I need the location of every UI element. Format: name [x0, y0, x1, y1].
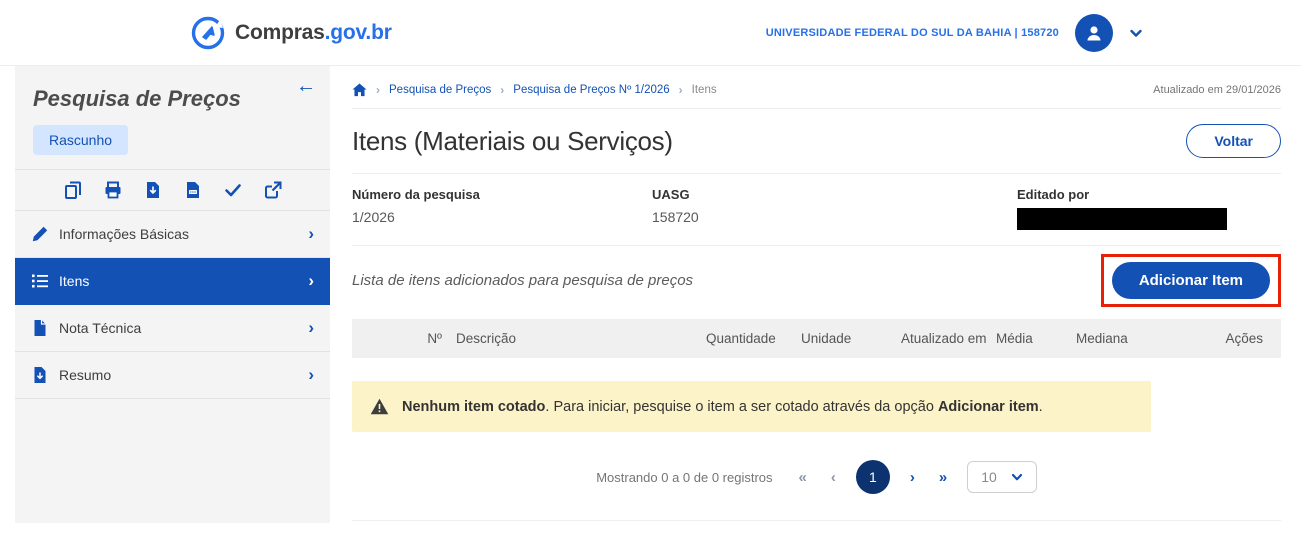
- pagination-summary: Mostrando 0 a 0 de 0 registros: [596, 470, 772, 485]
- pagination-prev-button[interactable]: ‹: [827, 467, 840, 488]
- research-meta: Número da pesquisa 1/2026 UASG 158720 Ed…: [352, 174, 1281, 245]
- warning-bold-2: Adicionar item: [938, 399, 1039, 415]
- column-acoes: Ações: [1197, 331, 1281, 346]
- compras-gov-logo[interactable]: Compras.gov.br: [190, 15, 392, 51]
- brand-dark: Compras: [235, 21, 325, 44]
- sidebar-item-label: Resumo: [59, 367, 111, 383]
- editado-label: Editado por: [1017, 187, 1281, 202]
- sidebar-item-itens[interactable]: Itens ›: [15, 258, 330, 305]
- meta-uasg: UASG 158720: [652, 187, 1017, 230]
- file-icon: [31, 319, 49, 337]
- copy-icon[interactable]: [64, 181, 82, 199]
- user-menu-chevron[interactable]: [1129, 26, 1143, 40]
- warning-text-2: .: [1039, 399, 1043, 415]
- pagination-page-1-button[interactable]: 1: [856, 460, 890, 494]
- numero-value: 1/2026: [352, 209, 652, 225]
- column-unidade: Unidade: [797, 331, 897, 346]
- adicionar-item-button[interactable]: Adicionar Item: [1112, 262, 1270, 299]
- pencil-icon: [31, 225, 49, 243]
- print-icon[interactable]: [104, 181, 122, 199]
- header-user-area: UNIVERSIDADE FEDERAL DO SUL DA BAHIA | 1…: [766, 14, 1143, 52]
- column-atualizado-em: Atualizado em: [897, 331, 992, 346]
- page-size-select[interactable]: 10: [967, 461, 1037, 493]
- breadcrumb-pesquisa-numero[interactable]: Pesquisa de Preços Nº 1/2026: [513, 84, 669, 96]
- download-csv-icon[interactable]: [184, 181, 202, 199]
- pagination-first-button[interactable]: «: [795, 467, 811, 488]
- breadcrumb-separator: ›: [679, 83, 683, 97]
- empty-items-warning: Nenhum item cotado. Para iniciar, pesqui…: [352, 381, 1151, 432]
- redacted-editor-name: [1017, 208, 1227, 230]
- sidebar-menu: Informações Básicas › Itens › Nota Técni…: [15, 211, 330, 399]
- red-highlight-annotation: Adicionar Item: [1101, 254, 1281, 307]
- warning-triangle-icon: [370, 398, 389, 415]
- sidebar-panel: ← Pesquisa de Preços Rascunho: [15, 66, 330, 523]
- column-descricao: Descrição: [452, 331, 702, 346]
- compras-logo-icon: [190, 15, 226, 51]
- meta-editado-por: Editado por: [1017, 187, 1281, 230]
- breadcrumb-separator: ›: [376, 83, 380, 97]
- breadcrumb-separator: ›: [500, 83, 504, 97]
- download-pdf-icon[interactable]: [144, 181, 162, 199]
- chevron-right-icon: ›: [308, 318, 314, 338]
- chevron-down-icon: [1011, 471, 1023, 483]
- breadcrumb-current-itens: Itens: [692, 84, 717, 96]
- numero-label: Número da pesquisa: [352, 187, 652, 202]
- breadcrumb: › Pesquisa de Preços › Pesquisa de Preço…: [352, 66, 1281, 109]
- sidebar-title: Pesquisa de Preços: [15, 66, 330, 112]
- warning-bold-1: Nenhum item cotado: [402, 399, 545, 415]
- share-icon[interactable]: [264, 181, 282, 199]
- chevron-right-icon: ›: [308, 365, 314, 385]
- pagination-next-button[interactable]: ›: [906, 467, 919, 488]
- list-icon: [31, 272, 49, 290]
- brand-text: Compras.gov.br: [235, 21, 392, 45]
- user-avatar-button[interactable]: [1075, 14, 1113, 52]
- chevron-right-icon: ›: [308, 224, 314, 244]
- pagination-last-button[interactable]: »: [935, 467, 951, 488]
- column-quantidade: Quantidade: [702, 331, 797, 346]
- sidebar-collapse-button[interactable]: ←: [296, 76, 316, 96]
- brand-blue: .gov.br: [325, 21, 392, 44]
- sidebar-item-informacoes-basicas[interactable]: Informações Básicas ›: [15, 211, 330, 258]
- chevron-down-icon: [1129, 26, 1143, 40]
- voltar-button[interactable]: Voltar: [1186, 124, 1281, 158]
- column-numero: Nº: [352, 331, 452, 346]
- main-content: › Pesquisa de Preços › Pesquisa de Preço…: [330, 66, 1301, 521]
- sidebar-item-nota-tecnica[interactable]: Nota Técnica ›: [15, 305, 330, 352]
- sidebar-item-label: Informações Básicas: [59, 226, 189, 242]
- uasg-label: UASG: [652, 187, 1017, 202]
- uasg-value: 158720: [652, 209, 1017, 225]
- sidebar-item-resumo[interactable]: Resumo ›: [15, 352, 330, 399]
- warning-message: Nenhum item cotado. Para iniciar, pesqui…: [402, 399, 1043, 415]
- meta-numero: Número da pesquisa 1/2026: [352, 187, 652, 230]
- divider: [352, 520, 1281, 521]
- column-media: Média: [992, 331, 1072, 346]
- sidebar-toolbar: [15, 169, 330, 211]
- warning-text-1: . Para iniciar, pesquise o item a ser co…: [545, 399, 938, 415]
- sidebar-item-label: Nota Técnica: [59, 320, 141, 336]
- home-icon[interactable]: [352, 83, 367, 97]
- top-header: Compras.gov.br UNIVERSIDADE FEDERAL DO S…: [0, 0, 1301, 66]
- user-icon: [1083, 22, 1105, 44]
- column-mediana: Mediana: [1072, 331, 1197, 346]
- file-download-icon: [31, 366, 49, 384]
- check-icon[interactable]: [224, 181, 242, 199]
- status-badge: Rascunho: [33, 125, 128, 155]
- last-updated-text: Atualizado em 29/01/2026: [1153, 84, 1281, 96]
- page-title: Itens (Materiais ou Serviços): [352, 126, 673, 157]
- pagination: Mostrando 0 a 0 de 0 registros « ‹ 1 › »…: [352, 460, 1281, 494]
- breadcrumb-pesquisa-de-precos[interactable]: Pesquisa de Preços: [389, 84, 491, 96]
- items-list-caption: Lista de itens adicionados para pesquisa…: [352, 272, 693, 289]
- items-table-header: Nº Descrição Quantidade Unidade Atualiza…: [352, 319, 1281, 358]
- page-size-value: 10: [981, 469, 997, 485]
- org-label: UNIVERSIDADE FEDERAL DO SUL DA BAHIA | 1…: [766, 27, 1059, 39]
- app-window: Compras.gov.br UNIVERSIDADE FEDERAL DO S…: [0, 0, 1301, 536]
- sidebar-item-label: Itens: [59, 273, 89, 289]
- chevron-right-icon: ›: [308, 271, 314, 291]
